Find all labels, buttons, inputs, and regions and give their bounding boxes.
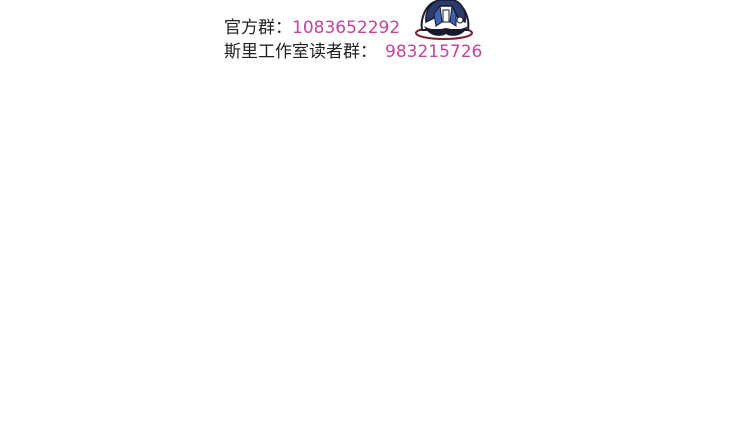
official-group-line: 官方群：1083652292 <box>224 17 400 39</box>
official-group-label: 官方群： <box>224 18 292 38</box>
official-group-number: 1083652292 <box>292 18 401 38</box>
chibi-character-icon <box>410 0 482 40</box>
reader-group-number: 983215726 <box>385 42 483 62</box>
reader-group-label: 斯里工作室读者群： <box>224 42 377 62</box>
reader-group-line: 斯里工作室读者群： 983215726 <box>224 41 482 63</box>
